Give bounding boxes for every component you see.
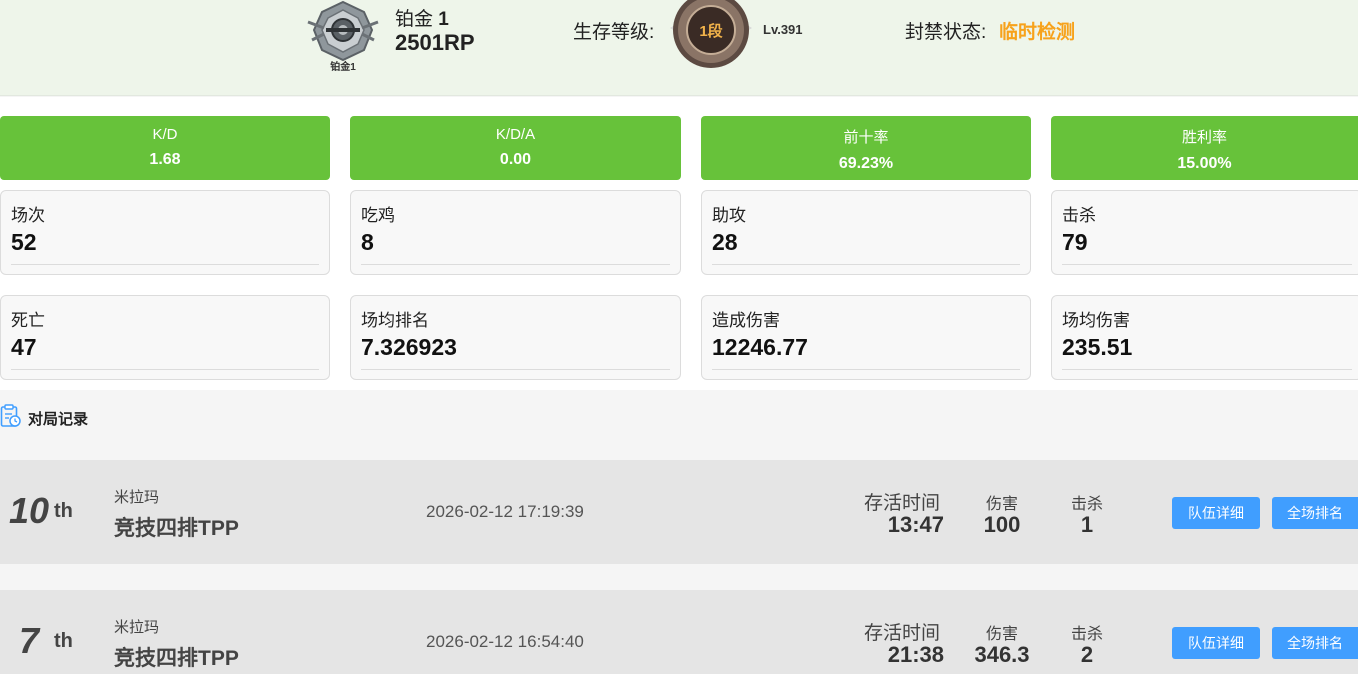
stat-divider — [1062, 369, 1352, 370]
stat-divider — [11, 369, 319, 370]
survival-badge-text: 1段 — [699, 22, 722, 40]
match-datetime: 2026-02-12 16:54:40 — [426, 632, 584, 651]
ban-status-value: 临时检测 — [999, 22, 1076, 43]
kills-value: 1 — [1080, 512, 1094, 537]
kills-value: 2 — [1080, 642, 1094, 667]
stat-divider — [361, 264, 670, 265]
stat-divider — [361, 369, 670, 370]
match-placement: 7 — [19, 620, 40, 661]
match-mode: 竞技四排TPP — [114, 647, 239, 670]
stat-card-avg-damage: 场均伤害 235.51 — [1051, 295, 1358, 380]
survival-level-badge-icon: 1段 — [670, 0, 752, 68]
team-detail-button[interactable]: 队伍详细 — [1172, 627, 1260, 659]
kills-label: 击杀 — [1070, 626, 1103, 643]
stat-card-kills: 击杀 79 — [1051, 190, 1358, 275]
rank-name: 铂金 1 — [395, 4, 449, 31]
match-placement-suffix: th — [54, 630, 73, 652]
ratio-label: K/D — [152, 126, 178, 143]
ban-status-label: 封禁状态: — [905, 22, 987, 43]
stat-divider — [1062, 264, 1352, 265]
damage-value: 100 — [983, 512, 1021, 537]
damage-label: 伤害 — [985, 626, 1018, 643]
survival-time-value: 13:47 — [887, 512, 944, 537]
damage-label: 伤害 — [985, 496, 1018, 513]
stat-divider — [712, 264, 1020, 265]
ratio-card-win-rate: 胜利率 15.00% — [1051, 116, 1358, 180]
rank-tier: 铂金 — [395, 9, 434, 30]
stat-value: 235.51 — [1062, 334, 1133, 360]
ratio-value: 15.00% — [1177, 155, 1232, 172]
stat-value: 47 — [11, 334, 37, 360]
stat-value: 52 — [11, 229, 37, 255]
rank-points: 2501RP — [395, 30, 475, 55]
match-map: 米拉玛 — [114, 619, 160, 636]
ratio-card-top10-rate: 前十率 69.23% — [701, 116, 1031, 180]
stat-value: 28 — [712, 229, 738, 255]
survival-level-label: 生存等级: — [573, 22, 655, 43]
ratio-label: 胜利率 — [1181, 129, 1227, 146]
survival-time-label: 存活时间 — [863, 493, 940, 514]
match-mode: 竞技四排TPP — [114, 517, 239, 540]
ratio-label: 前十率 — [843, 129, 889, 146]
ratio-card-kd: K/D 1.68 — [0, 116, 330, 180]
ratio-label: K/D/A — [495, 126, 536, 143]
stat-label: 造成伤害 — [712, 311, 780, 330]
stat-label: 场均伤害 — [1062, 311, 1130, 330]
survival-level-value: Lv.391 — [763, 22, 803, 37]
ratio-value: 1.68 — [149, 151, 181, 168]
stat-value: 8 — [361, 229, 374, 255]
stat-label: 死亡 — [11, 311, 45, 330]
stat-value: 79 — [1062, 229, 1088, 255]
stat-label: 场次 — [11, 206, 45, 225]
match-map: 米拉玛 — [114, 489, 160, 506]
ratio-value: 69.23% — [838, 155, 894, 172]
stat-card-matches: 场次 52 — [0, 190, 330, 275]
stat-card-damage-dealt: 造成伤害 12246.77 — [701, 295, 1031, 380]
team-detail-button[interactable]: 队伍详细 — [1172, 497, 1260, 529]
clipboard-clock-icon — [0, 404, 21, 427]
match-placement-suffix: th — [54, 500, 73, 522]
stat-card-chicken-dinners: 吃鸡 8 — [350, 190, 681, 275]
stat-label: 助攻 — [712, 206, 746, 225]
stat-label: 场均排名 — [361, 311, 429, 330]
stat-value: 7.326923 — [361, 334, 457, 360]
match-row: 10 th 米拉玛 竞技四排TPP 2026-02-12 17:19:39 存活… — [0, 460, 1358, 564]
full-rank-button[interactable]: 全场排名 — [1272, 627, 1358, 659]
stat-card-avg-rank: 场均排名 7.326923 — [350, 295, 681, 380]
stat-label: 吃鸡 — [361, 206, 395, 225]
rank-division: 1 — [438, 9, 449, 30]
match-datetime: 2026-02-12 17:19:39 — [426, 502, 584, 521]
stat-divider — [11, 264, 319, 265]
kills-label: 击杀 — [1070, 496, 1103, 513]
ratio-card-kda: K/D/A 0.00 — [350, 116, 681, 180]
rank-emblem-label: 铂金1 — [330, 62, 356, 73]
match-placement: 10 — [9, 490, 50, 531]
survival-time-label: 存活时间 — [863, 623, 940, 644]
stat-card-assists: 助攻 28 — [701, 190, 1031, 275]
stat-card-deaths: 死亡 47 — [0, 295, 330, 380]
stat-value: 12246.77 — [712, 334, 808, 360]
profile-header: 铂金1 铂金 1 2501RP 生存等级: 1段 Lv.391 封禁状态: 临时… — [0, 0, 1358, 96]
stat-divider — [712, 369, 1020, 370]
match-records-header: 对局记录 — [0, 398, 1358, 442]
stat-label: 击杀 — [1062, 206, 1096, 225]
damage-value: 346.3 — [974, 642, 1030, 667]
match-records-title: 对局记录 — [28, 411, 89, 428]
match-row: 7 th 米拉玛 竞技四排TPP 2026-02-12 16:54:40 存活时… — [0, 590, 1358, 674]
ratio-value: 0.00 — [499, 151, 532, 168]
survival-time-value: 21:38 — [887, 642, 944, 667]
full-rank-button[interactable]: 全场排名 — [1272, 497, 1358, 529]
